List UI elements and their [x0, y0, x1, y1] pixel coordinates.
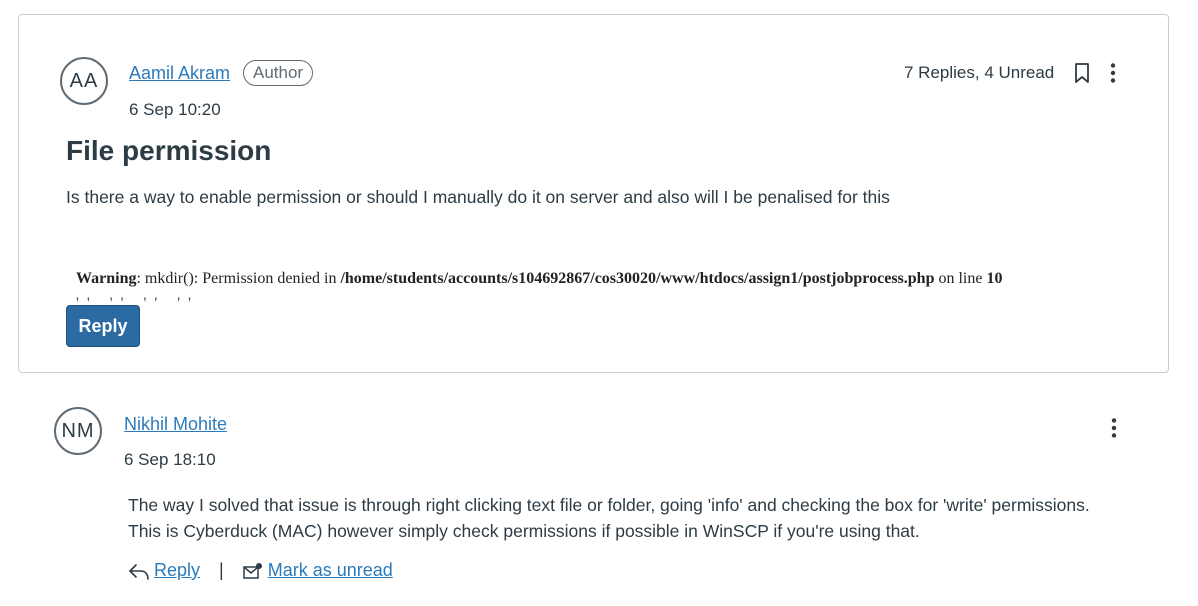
warning-on-line: on line: [934, 270, 987, 287]
link-separator: |: [219, 560, 224, 580]
reply-more-options-icon[interactable]: [1108, 417, 1120, 444]
reply-body-line-2: This is Cyberduck (MAC) however simply c…: [128, 521, 920, 541]
reply-link[interactable]: Reply: [128, 560, 200, 581]
avatar-initials: AA: [69, 69, 99, 92]
more-options-icon[interactable]: [1107, 62, 1119, 89]
reply-button[interactable]: Reply: [66, 305, 140, 347]
reply-timestamp: 6 Sep 18:10: [124, 450, 216, 469]
avatar[interactable]: AA: [60, 57, 108, 105]
mark-unread-label: Mark as unread: [267, 560, 393, 580]
mark-unread-link[interactable]: Mark as unread: [242, 560, 393, 581]
mark-unread-icon: [242, 562, 262, 579]
reply-link-label: Reply: [154, 560, 201, 580]
warning-path: /home/students/accounts/s104692867/cos30…: [340, 270, 935, 287]
reply-count-status: 7 Replies, 4 Unread: [904, 63, 1055, 82]
warning-message: : mkdir(): Permission denied in: [136, 270, 341, 287]
post-timestamp: 6 Sep 10:20: [129, 100, 221, 119]
author-link[interactable]: Aamil Akram: [129, 63, 230, 84]
topic-card: AA Aamil Akram Author 6 Sep 10:20 7 Repl…: [18, 14, 1169, 373]
warning-line-number: 10: [986, 270, 1003, 287]
topic-body: Is there a way to enable permission or s…: [66, 187, 890, 207]
reply-avatar-initials: NM: [61, 419, 95, 442]
warning-cutoff-line: '' '' '' '': [76, 295, 199, 303]
warning-label: Warning: [76, 270, 137, 287]
author-role-badge: Author: [243, 60, 314, 86]
reply-avatar[interactable]: NM: [54, 407, 102, 455]
topic-title: File permission: [66, 135, 272, 166]
warning-screenshot: Warning: mkdir(): Permission denied in /…: [76, 265, 1156, 303]
bookmark-icon[interactable]: [1074, 62, 1090, 89]
reply-author-link[interactable]: Nikhil Mohite: [124, 414, 227, 435]
reply-arrow-icon: [129, 563, 149, 580]
reply-actions: Reply | Mark as unread: [128, 560, 393, 581]
reply-body-line-1: The way I solved that issue is through r…: [128, 495, 1090, 515]
